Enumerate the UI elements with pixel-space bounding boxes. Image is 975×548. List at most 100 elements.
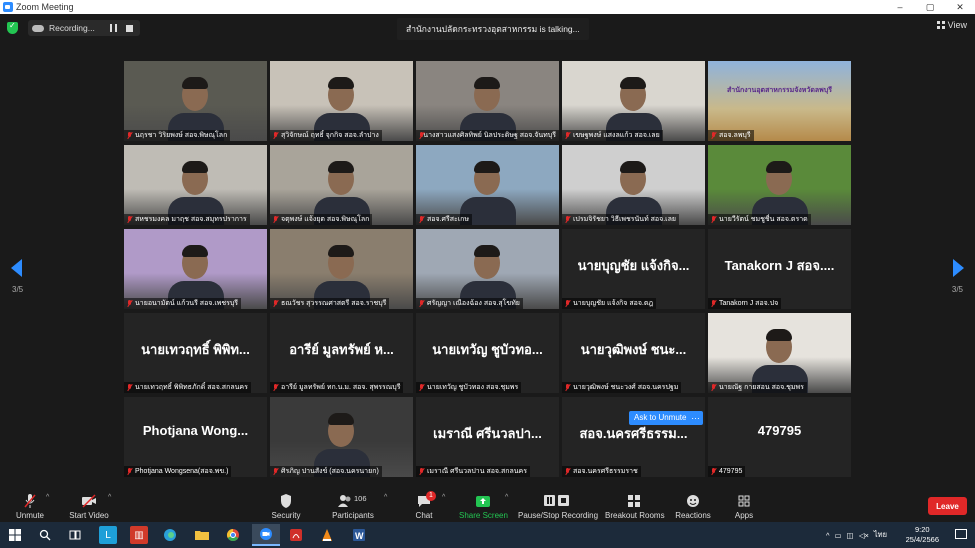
muted-mic-icon xyxy=(419,131,425,140)
file-explorer-icon[interactable] xyxy=(193,526,211,544)
participant-tile[interactable]: นายวีรัตน์ ชมชูชื่น สอจ.ตราด xyxy=(708,145,851,225)
participant-video xyxy=(124,61,267,141)
participant-tile[interactable]: อารีย์ มูลทรัพย์ ห... อารีย์ มูลทรัพย์ ทก… xyxy=(270,313,413,393)
participant-tile[interactable]: Tanakorn J สอจ.... Tanakorn J สอจ.ปจ xyxy=(708,229,851,309)
participant-tile[interactable]: จตุพงษ์ แจ้งยุต สอจ.พิษณุโลก xyxy=(270,145,413,225)
participant-name: Tanakorn J สอจ.ปจ xyxy=(719,300,779,307)
participant-tile[interactable]: สหชรมงคล มาฤช สอจ.สมุทรปราการ xyxy=(124,145,267,225)
participant-display-name: สอจ.นครศรีธรรม... xyxy=(579,426,688,441)
participants-icon: 106 xyxy=(338,493,368,509)
zoom-logo-icon xyxy=(3,2,13,12)
reactions-button[interactable]: Reactions xyxy=(675,490,711,522)
share-screen-button[interactable]: Share Screen ^ xyxy=(459,490,508,522)
prev-page-arrow-icon[interactable] xyxy=(11,259,22,277)
view-button[interactable]: View xyxy=(936,20,967,30)
participants-button[interactable]: 106 Participants ^ xyxy=(330,490,387,522)
breakout-rooms-button[interactable]: Breakout Rooms xyxy=(605,490,665,522)
participant-video xyxy=(416,61,559,141)
vlc-player-icon[interactable] xyxy=(318,526,336,544)
participant-display-name: นายวุฒิพงษ์ ชนะ... xyxy=(580,342,687,357)
window-controls: – ▢ ✕ xyxy=(885,0,975,14)
participant-tile[interactable]: นายเทวัญ ชูบัวทอ... นายเทวัญ ชูบัวทอง สอจ… xyxy=(416,313,559,393)
participant-tile[interactable]: นฤรชา วิริยพงษ์ สอจ.พิษณุโลก xyxy=(124,61,267,141)
security-button[interactable]: Security xyxy=(270,490,302,522)
participant-name: สอจ.นครศรีธรรมราช xyxy=(573,468,638,475)
apps-label: Apps xyxy=(734,511,754,520)
chat-label: Chat xyxy=(415,511,433,520)
participant-tile[interactable]: สอจ.นครศรีธรรม... สอจ.นครศรีธรรมราช xyxy=(562,397,705,477)
edge-browser-icon[interactable] xyxy=(161,526,179,544)
participants-label: Participants xyxy=(332,511,374,520)
leave-button[interactable]: Leave xyxy=(928,497,967,515)
participant-name-label: นายเทวัญ ชูบัวทอง สอจ.ชุมพร xyxy=(416,382,522,393)
participant-tile[interactable]: เมราณี ศรีนวลปา... เมราณี ศรีนวลปาน สอจ.ส… xyxy=(416,397,559,477)
participant-tile[interactable]: นายอนามัตน์ แก้วนรี สอจ.เพชรบุรี xyxy=(124,229,267,309)
participant-video xyxy=(708,313,851,393)
participant-name-label: สอจ.ลพบุรี xyxy=(708,130,754,141)
word-app-icon[interactable]: W xyxy=(350,526,368,544)
muted-mic-icon xyxy=(273,383,278,392)
taskbar-clock[interactable]: 9:20 25/4/2566 xyxy=(906,525,939,545)
tray-chevron-icon[interactable]: ^ xyxy=(826,531,830,540)
search-icon[interactable] xyxy=(36,526,54,544)
battery-icon[interactable]: ▭ xyxy=(835,531,842,540)
more-options-button[interactable]: … xyxy=(688,411,703,425)
unmute-caret-icon[interactable]: ^ xyxy=(46,494,49,501)
participant-tile[interactable]: สอจ.ศรีสะเกษ xyxy=(416,145,559,225)
participant-tile[interactable]: 479795 479795 xyxy=(708,397,851,477)
participant-tile[interactable]: เขษฐพงษ์ แสงลแก้ว สอจ.เลย xyxy=(562,61,705,141)
participant-tile[interactable]: นายวุฒิพงษ์ ชนะ... นายวุฒิพงษ์ ชนะวงศ์ สอ… xyxy=(562,313,705,393)
participant-tile[interactable]: นางสาวแสงศิลทิพย์ นิลประดิษฐ สอจ.จันทบุร… xyxy=(416,61,559,141)
muted-mic-icon xyxy=(127,467,132,476)
stop-recording-icon[interactable] xyxy=(126,25,133,32)
volume-icon[interactable]: ◁× xyxy=(859,531,869,540)
muted-mic-icon xyxy=(711,383,716,392)
participant-tile[interactable]: ศิรภิญ ปานสังข์ (สอจ.นครนายก) xyxy=(270,397,413,477)
unmute-button[interactable]: Unmute ^ xyxy=(10,490,50,522)
participants-caret-icon[interactable]: ^ xyxy=(384,494,387,501)
participant-display-name: นายเทวัญ ชูบัวทอ... xyxy=(432,342,543,357)
muted-mic-icon xyxy=(273,215,278,224)
participant-name: เขษฐพงษ์ แสงลแก้ว สอจ.เลย xyxy=(573,132,660,139)
maximize-button[interactable]: ▢ xyxy=(915,0,945,14)
zoom-taskbar-icon[interactable] xyxy=(252,524,280,546)
muted-mic-icon xyxy=(711,299,716,308)
share-caret-icon[interactable]: ^ xyxy=(505,494,508,501)
participant-name-label: นางสาวแสงศิลทิพย์ นิลประดิษฐ สอจ.จันทบุร… xyxy=(416,130,559,141)
next-page-arrow-icon[interactable] xyxy=(953,259,964,277)
participant-tile[interactable]: นายบุญชัย แจ้งกิจ... นายบุญชัย แจ้งกิจ สอ… xyxy=(562,229,705,309)
participant-tile[interactable]: สำนักงานอุตสาหกรรมจังหวัดลพบุรี สอจ.ลพบุร… xyxy=(708,61,851,141)
muted-mic-icon xyxy=(273,467,278,476)
chat-button[interactable]: 1 Chat ^ xyxy=(412,490,445,522)
security-shield-icon[interactable] xyxy=(7,21,18,34)
network-icon[interactable]: ◫ xyxy=(847,531,854,540)
ask-to-unmute-button[interactable]: Ask to Unmute xyxy=(629,411,692,425)
chrome-browser-icon[interactable] xyxy=(224,526,242,544)
notification-center-icon[interactable] xyxy=(955,529,967,539)
close-button[interactable]: ✕ xyxy=(945,0,975,14)
language-indicator[interactable]: ไทย xyxy=(874,529,887,541)
participant-tile[interactable]: สุวิจักษณ์ ฤทธิ์ จุกกิจ สอจ.ลำปาง xyxy=(270,61,413,141)
pause-stop-recording-button[interactable]: Pause/Stop Recording xyxy=(518,490,598,522)
video-caret-icon[interactable]: ^ xyxy=(108,494,111,501)
participant-tile[interactable]: ศรัญญา เณืองฉ้อง สอจ.สุโขทัย xyxy=(416,229,559,309)
launcher-app-icon[interactable]: L xyxy=(99,526,117,544)
participant-tile[interactable]: นายเทวฤทธิ์ พิพิท... นายเทวฤทธิ์ พิพิทธภั… xyxy=(124,313,267,393)
start-video-button[interactable]: Start Video ^ xyxy=(66,490,112,522)
chat-caret-icon[interactable]: ^ xyxy=(442,494,445,501)
participant-name-label: นายบุญชัย แจ้งกิจ สอจ.ตฎ xyxy=(562,298,657,309)
participant-tile[interactable]: ธณวัชร สุวรรณศาสตรี สอจ.ราชบุรี xyxy=(270,229,413,309)
apps-button[interactable]: Apps xyxy=(730,490,758,522)
muted-mic-icon xyxy=(273,299,278,308)
minimize-button[interactable]: – xyxy=(885,0,915,14)
participant-tile[interactable]: นายณัฐ กายสอน สอจ.ชุมพร xyxy=(708,313,851,393)
task-view-icon[interactable] xyxy=(66,526,84,544)
participant-tile[interactable]: Photjana Wong... Photjana Wongsena(สอจ.พข… xyxy=(124,397,267,477)
pdf-reader-icon[interactable] xyxy=(287,526,305,544)
office-app-icon[interactable]: ▥ xyxy=(130,526,148,544)
pause-recording-icon[interactable] xyxy=(110,24,117,32)
participant-tile[interactable]: เปรมจิรัชยา วิธีเพชรนันท์ สอจ.เลย xyxy=(562,145,705,225)
participant-video xyxy=(562,61,705,141)
windows-start-icon[interactable] xyxy=(6,526,24,544)
page-indicator-left: 3/5 xyxy=(12,285,24,294)
